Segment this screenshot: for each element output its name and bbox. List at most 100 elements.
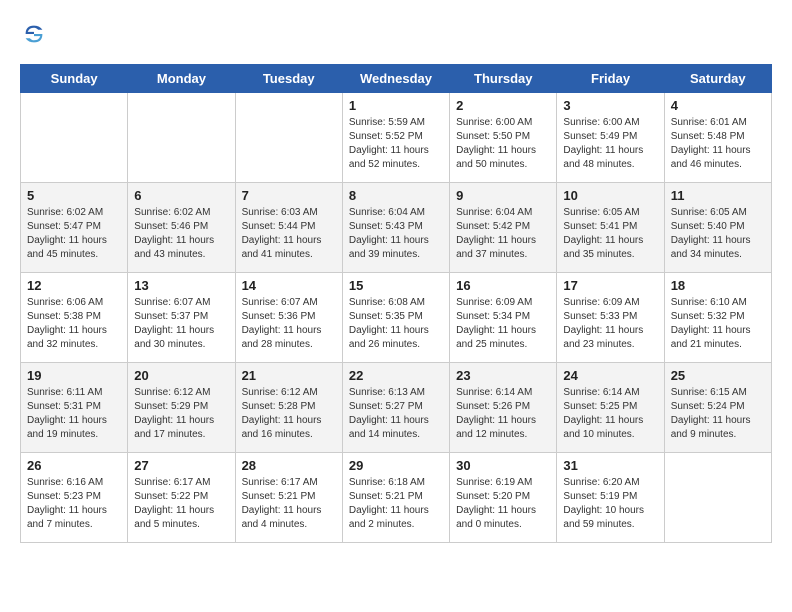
day-info: Sunrise: 6:18 AM Sunset: 5:21 PM Dayligh…	[349, 476, 443, 532]
day-number: 23	[456, 368, 550, 383]
day-number: 2	[456, 98, 550, 113]
day-number: 18	[671, 278, 765, 293]
calendar-cell: 26 Sunrise: 6:16 AM Sunset: 5:23 PM Dayli…	[21, 453, 128, 543]
day-info: Sunrise: 6:17 AM Sunset: 5:22 PM Dayligh…	[134, 476, 228, 532]
day-info: Sunrise: 6:05 AM Sunset: 5:41 PM Dayligh…	[563, 206, 657, 262]
calendar-cell: 27Sunrise: 6:17 AM Sunset: 5:22 PM Dayli…	[128, 453, 235, 543]
day-number: 15	[349, 278, 443, 293]
calendar-cell: 20Sunrise: 6:12 AM Sunset: 5:29 PM Dayli…	[128, 363, 235, 453]
day-info: Sunrise: 6:04 AM Sunset: 5:43 PM Dayligh…	[349, 206, 443, 262]
day-number: 21	[242, 368, 336, 383]
calendar-cell: 21 Sunrise: 6:12 AM Sunset: 5:28 PM Dayli…	[235, 363, 342, 453]
logo-icon	[20, 20, 48, 48]
calendar-header-row: SundayMondayTuesdayWednesdayThursdayFrid…	[21, 65, 772, 93]
calendar-cell: 13 Sunrise: 6:07 AM Sunset: 5:37 PM Dayli…	[128, 273, 235, 363]
day-number: 7	[242, 188, 336, 203]
calendar-cell: 16 Sunrise: 6:09 AM Sunset: 5:34 PM Dayli…	[450, 273, 557, 363]
calendar-header-tuesday: Tuesday	[235, 65, 342, 93]
day-info: Sunrise: 6:11 AM Sunset: 5:31 PM Dayligh…	[27, 386, 121, 442]
day-info: Sunrise: 6:12 AM Sunset: 5:28 PM Dayligh…	[242, 386, 336, 442]
day-number: 30	[456, 458, 550, 473]
calendar-row: 5 Sunrise: 6:02 AM Sunset: 5:47 PM Daylig…	[21, 183, 772, 273]
calendar-header-monday: Monday	[128, 65, 235, 93]
calendar-header-wednesday: Wednesday	[342, 65, 449, 93]
calendar-header-sunday: Sunday	[21, 65, 128, 93]
calendar-cell: 23 Sunrise: 6:14 AM Sunset: 5:26 PM Dayli…	[450, 363, 557, 453]
day-number: 29	[349, 458, 443, 473]
day-number: 13	[134, 278, 228, 293]
day-info: Sunrise: 6:07 AM Sunset: 5:37 PM Dayligh…	[134, 296, 228, 352]
calendar-cell	[21, 93, 128, 183]
calendar-cell	[128, 93, 235, 183]
calendar-cell: 8 Sunrise: 6:04 AM Sunset: 5:43 PM Daylig…	[342, 183, 449, 273]
calendar-cell: 28 Sunrise: 6:17 AM Sunset: 5:21 PM Dayli…	[235, 453, 342, 543]
day-info: Sunrise: 6:00 AM Sunset: 5:50 PM Dayligh…	[456, 116, 550, 172]
page-header	[20, 20, 772, 48]
calendar-cell: 25 Sunrise: 6:15 AM Sunset: 5:24 PM Dayli…	[664, 363, 771, 453]
calendar-cell: 10 Sunrise: 6:05 AM Sunset: 5:41 PM Dayli…	[557, 183, 664, 273]
day-number: 8	[349, 188, 443, 203]
calendar-cell: 19 Sunrise: 6:11 AM Sunset: 5:31 PM Dayli…	[21, 363, 128, 453]
calendar-cell: 31 Sunrise: 6:20 AM Sunset: 5:19 PM Dayli…	[557, 453, 664, 543]
day-number: 31	[563, 458, 657, 473]
day-info: Sunrise: 5:59 AM Sunset: 5:52 PM Dayligh…	[349, 116, 443, 172]
calendar-cell: 1 Sunrise: 5:59 AM Sunset: 5:52 PM Daylig…	[342, 93, 449, 183]
calendar-cell: 3 Sunrise: 6:00 AM Sunset: 5:49 PM Daylig…	[557, 93, 664, 183]
calendar-row: 26 Sunrise: 6:16 AM Sunset: 5:23 PM Dayli…	[21, 453, 772, 543]
calendar-row: 19 Sunrise: 6:11 AM Sunset: 5:31 PM Dayli…	[21, 363, 772, 453]
calendar-cell: 24Sunrise: 6:14 AM Sunset: 5:25 PM Dayli…	[557, 363, 664, 453]
calendar-header-thursday: Thursday	[450, 65, 557, 93]
day-number: 19	[27, 368, 121, 383]
calendar-cell: 18 Sunrise: 6:10 AM Sunset: 5:32 PM Dayli…	[664, 273, 771, 363]
calendar-cell: 12 Sunrise: 6:06 AM Sunset: 5:38 PM Dayli…	[21, 273, 128, 363]
day-info: Sunrise: 6:04 AM Sunset: 5:42 PM Dayligh…	[456, 206, 550, 262]
calendar-cell: 5 Sunrise: 6:02 AM Sunset: 5:47 PM Daylig…	[21, 183, 128, 273]
day-info: Sunrise: 6:07 AM Sunset: 5:36 PM Dayligh…	[242, 296, 336, 352]
day-info: Sunrise: 6:00 AM Sunset: 5:49 PM Dayligh…	[563, 116, 657, 172]
day-info: Sunrise: 6:09 AM Sunset: 5:34 PM Dayligh…	[456, 296, 550, 352]
day-info: Sunrise: 6:03 AM Sunset: 5:44 PM Dayligh…	[242, 206, 336, 262]
day-number: 6	[134, 188, 228, 203]
day-info: Sunrise: 6:02 AM Sunset: 5:47 PM Dayligh…	[27, 206, 121, 262]
day-number: 11	[671, 188, 765, 203]
day-number: 26	[27, 458, 121, 473]
calendar-header-friday: Friday	[557, 65, 664, 93]
day-number: 20	[134, 368, 228, 383]
calendar-cell: 9Sunrise: 6:04 AM Sunset: 5:42 PM Daylig…	[450, 183, 557, 273]
day-info: Sunrise: 6:16 AM Sunset: 5:23 PM Dayligh…	[27, 476, 121, 532]
day-info: Sunrise: 6:10 AM Sunset: 5:32 PM Dayligh…	[671, 296, 765, 352]
day-info: Sunrise: 6:05 AM Sunset: 5:40 PM Dayligh…	[671, 206, 765, 262]
day-number: 17	[563, 278, 657, 293]
calendar-row: 12 Sunrise: 6:06 AM Sunset: 5:38 PM Dayli…	[21, 273, 772, 363]
day-info: Sunrise: 6:17 AM Sunset: 5:21 PM Dayligh…	[242, 476, 336, 532]
day-info: Sunrise: 6:15 AM Sunset: 5:24 PM Dayligh…	[671, 386, 765, 442]
calendar-cell: 11 Sunrise: 6:05 AM Sunset: 5:40 PM Dayli…	[664, 183, 771, 273]
day-number: 12	[27, 278, 121, 293]
calendar-cell	[235, 93, 342, 183]
day-info: Sunrise: 6:20 AM Sunset: 5:19 PM Dayligh…	[563, 476, 657, 532]
day-number: 3	[563, 98, 657, 113]
day-info: Sunrise: 6:19 AM Sunset: 5:20 PM Dayligh…	[456, 476, 550, 532]
day-number: 14	[242, 278, 336, 293]
day-number: 4	[671, 98, 765, 113]
logo	[20, 20, 52, 48]
calendar-cell: 17Sunrise: 6:09 AM Sunset: 5:33 PM Dayli…	[557, 273, 664, 363]
day-number: 16	[456, 278, 550, 293]
calendar-cell: 4 Sunrise: 6:01 AM Sunset: 5:48 PM Daylig…	[664, 93, 771, 183]
day-number: 28	[242, 458, 336, 473]
day-info: Sunrise: 6:01 AM Sunset: 5:48 PM Dayligh…	[671, 116, 765, 172]
calendar-cell: 2 Sunrise: 6:00 AM Sunset: 5:50 PM Daylig…	[450, 93, 557, 183]
day-number: 1	[349, 98, 443, 113]
calendar-header-saturday: Saturday	[664, 65, 771, 93]
day-number: 25	[671, 368, 765, 383]
calendar-table: SundayMondayTuesdayWednesdayThursdayFrid…	[20, 64, 772, 543]
calendar-cell	[664, 453, 771, 543]
day-number: 10	[563, 188, 657, 203]
day-number: 5	[27, 188, 121, 203]
day-info: Sunrise: 6:06 AM Sunset: 5:38 PM Dayligh…	[27, 296, 121, 352]
day-number: 22	[349, 368, 443, 383]
calendar-cell: 30 Sunrise: 6:19 AM Sunset: 5:20 PM Dayli…	[450, 453, 557, 543]
day-info: Sunrise: 6:08 AM Sunset: 5:35 PM Dayligh…	[349, 296, 443, 352]
day-info: Sunrise: 6:14 AM Sunset: 5:26 PM Dayligh…	[456, 386, 550, 442]
day-info: Sunrise: 6:13 AM Sunset: 5:27 PM Dayligh…	[349, 386, 443, 442]
